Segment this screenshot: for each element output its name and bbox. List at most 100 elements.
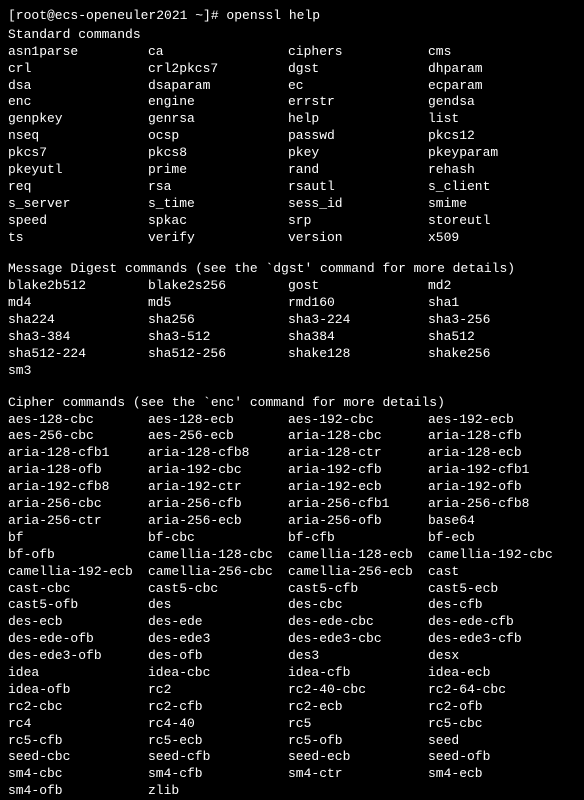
command-name: des-ede-cbc xyxy=(288,614,428,631)
command-name: camellia-128-ecb xyxy=(288,547,428,564)
command-name: sha1 xyxy=(428,295,576,312)
command-name: rc2-cfb xyxy=(148,699,288,716)
command-name: crl xyxy=(8,61,148,78)
command-name: aria-256-ctr xyxy=(8,513,148,530)
command-name: aria-192-ctr xyxy=(148,479,288,496)
command-name: list xyxy=(428,111,576,128)
command-name: aria-256-ecb xyxy=(148,513,288,530)
command-name: rc2-cbc xyxy=(8,699,148,716)
command-name: aria-128-cfb8 xyxy=(148,445,288,462)
command-grid: blake2b512blake2s256gostmd2md4md5rmd160s… xyxy=(8,278,576,379)
command-name: errstr xyxy=(288,94,428,111)
shell-prompt[interactable]: [root@ecs-openeuler2021 ~]# openssl help xyxy=(8,8,576,25)
command-name: aria-256-cfb xyxy=(148,496,288,513)
command-name: rc5-ecb xyxy=(148,733,288,750)
command-name: des-ecb xyxy=(8,614,148,631)
terminal-output: Standard commandsasn1parsecacipherscmscr… xyxy=(8,27,576,800)
command-name: sess_id xyxy=(288,196,428,213)
command-name: engine xyxy=(148,94,288,111)
command-name: rc4-40 xyxy=(148,716,288,733)
command-name: aes-256-ecb xyxy=(148,428,288,445)
command-name: idea-cfb xyxy=(288,665,428,682)
command-name: sm4-ctr xyxy=(288,766,428,783)
command-name: camellia-128-cbc xyxy=(148,547,288,564)
command-name: ciphers xyxy=(288,44,428,61)
command-name: ocsp xyxy=(148,128,288,145)
command-name: aria-192-cfb8 xyxy=(8,479,148,496)
command-name: des-ede3-cfb xyxy=(428,631,576,648)
command-grid: asn1parsecacipherscmscrlcrl2pkcs7dgstdhp… xyxy=(8,44,576,247)
command-name: des-ede-cfb xyxy=(428,614,576,631)
command-name: sha512-256 xyxy=(148,346,288,363)
command-name: sm4-ecb xyxy=(428,766,576,783)
command-name: des-cbc xyxy=(288,597,428,614)
command-name: s_time xyxy=(148,196,288,213)
command-name: des-cfb xyxy=(428,597,576,614)
command-name: pkcs8 xyxy=(148,145,288,162)
command-name: ecparam xyxy=(428,78,576,95)
command-name: seed-ecb xyxy=(288,749,428,766)
command-name: passwd xyxy=(288,128,428,145)
command-grid: aes-128-cbcaes-128-ecbaes-192-cbcaes-192… xyxy=(8,412,576,800)
command-name: rc2-ecb xyxy=(288,699,428,716)
command-name xyxy=(148,363,288,380)
command-name: aria-128-ctr xyxy=(288,445,428,462)
command-name: spkac xyxy=(148,213,288,230)
command-name: md5 xyxy=(148,295,288,312)
command-name: shake256 xyxy=(428,346,576,363)
command-name: blake2b512 xyxy=(8,278,148,295)
command-name: rc5-cfb xyxy=(8,733,148,750)
command-name xyxy=(288,783,428,800)
command-name: aes-256-cbc xyxy=(8,428,148,445)
command-name: zlib xyxy=(148,783,288,800)
command-name: seed-ofb xyxy=(428,749,576,766)
command-name xyxy=(288,363,428,380)
command-name: s_client xyxy=(428,179,576,196)
command-name: aria-192-cbc xyxy=(148,462,288,479)
command-name: ts xyxy=(8,230,148,247)
command-name: rsautl xyxy=(288,179,428,196)
blank-line xyxy=(8,380,576,393)
command-name: des-ofb xyxy=(148,648,288,665)
command-name: des xyxy=(148,597,288,614)
command-name: aria-128-cfb xyxy=(428,428,576,445)
command-name: req xyxy=(8,179,148,196)
command-name: sm3 xyxy=(8,363,148,380)
command-name: cast5-cfb xyxy=(288,581,428,598)
command-name: des-ede3-cbc xyxy=(288,631,428,648)
command-name: s_server xyxy=(8,196,148,213)
command-name: x509 xyxy=(428,230,576,247)
command-name: aria-256-cbc xyxy=(8,496,148,513)
command-name: sm4-cbc xyxy=(8,766,148,783)
command-name: aes-192-ecb xyxy=(428,412,576,429)
command-name: rand xyxy=(288,162,428,179)
command-name: cms xyxy=(428,44,576,61)
command-name: aria-128-cbc xyxy=(288,428,428,445)
command-name: rc5-cbc xyxy=(428,716,576,733)
command-name: bf-ofb xyxy=(8,547,148,564)
command-name: des-ede-ofb xyxy=(8,631,148,648)
command-name: storeutl xyxy=(428,213,576,230)
command-name: shake128 xyxy=(288,346,428,363)
command-name: srp xyxy=(288,213,428,230)
command-name: sha384 xyxy=(288,329,428,346)
command-name: verify xyxy=(148,230,288,247)
command-name: asn1parse xyxy=(8,44,148,61)
command-name: idea-cbc xyxy=(148,665,288,682)
command-name: cast xyxy=(428,564,576,581)
command-name: aes-192-cbc xyxy=(288,412,428,429)
command-name: camellia-256-cbc xyxy=(148,564,288,581)
command-name: sm4-ofb xyxy=(8,783,148,800)
command-name: bf-cbc xyxy=(148,530,288,547)
command-name: aria-128-ofb xyxy=(8,462,148,479)
command-name: seed xyxy=(428,733,576,750)
command-name: rc2-40-cbc xyxy=(288,682,428,699)
command-name: desx xyxy=(428,648,576,665)
command-name: speed xyxy=(8,213,148,230)
command-name: bf-ecb xyxy=(428,530,576,547)
command-name: aes-128-ecb xyxy=(148,412,288,429)
command-name: rc2 xyxy=(148,682,288,699)
command-name: aria-192-ecb xyxy=(288,479,428,496)
section-header: Message Digest commands (see the `dgst' … xyxy=(8,261,576,278)
command-name: cast-cbc xyxy=(8,581,148,598)
